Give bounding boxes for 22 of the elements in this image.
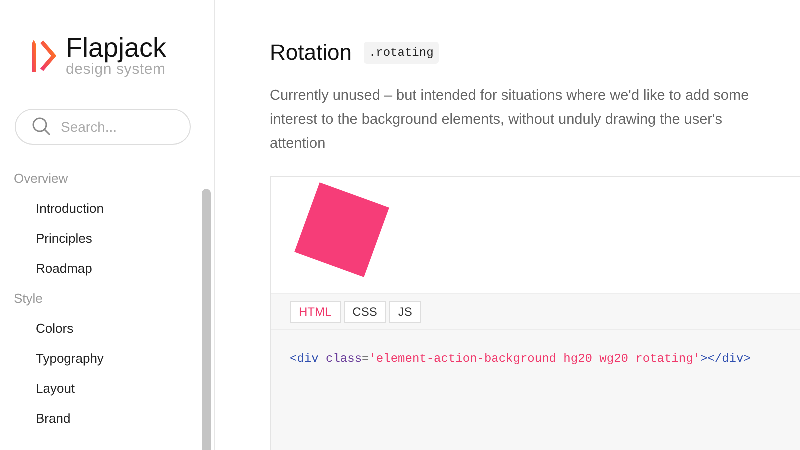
- code-tab[interactable]: HTML: [290, 300, 341, 322]
- code-tab[interactable]: CSS: [344, 300, 386, 322]
- code-tab[interactable]: JS: [389, 300, 422, 322]
- nav-item[interactable]: Roadmap: [0, 261, 198, 291]
- section-description: Currently unused – but intended for situations where we'd like to add some interest to the background elements, without unduly drawing the user's attention: [270, 87, 750, 154]
- logo-icon: [30, 38, 56, 74]
- nav-item[interactable]: Typography: [0, 351, 198, 381]
- brand-tagline: design system: [66, 62, 166, 78]
- search-icon: [32, 117, 52, 137]
- search-field[interactable]: Search...: [15, 109, 191, 145]
- class-name-tag: .rotating: [364, 42, 439, 64]
- nav-group-heading: Overview: [13, 171, 70, 188]
- nav-item[interactable]: Introduction: [0, 201, 198, 231]
- code-snippet: <div class='element-action-background hg20 wg20 rotating'></div>: [290, 352, 752, 366]
- nav-item[interactable]: Colors: [0, 321, 198, 351]
- nav-item[interactable]: Layout: [0, 381, 198, 411]
- brand-name: Flapjack: [66, 34, 167, 62]
- nav-item[interactable]: Brand: [0, 411, 198, 441]
- nav-group-heading: Style: [13, 291, 44, 308]
- nav-item[interactable]: Principles: [0, 231, 198, 261]
- scrollbar-thumb[interactable]: [202, 189, 210, 450]
- section-title: Rotation: [270, 40, 352, 66]
